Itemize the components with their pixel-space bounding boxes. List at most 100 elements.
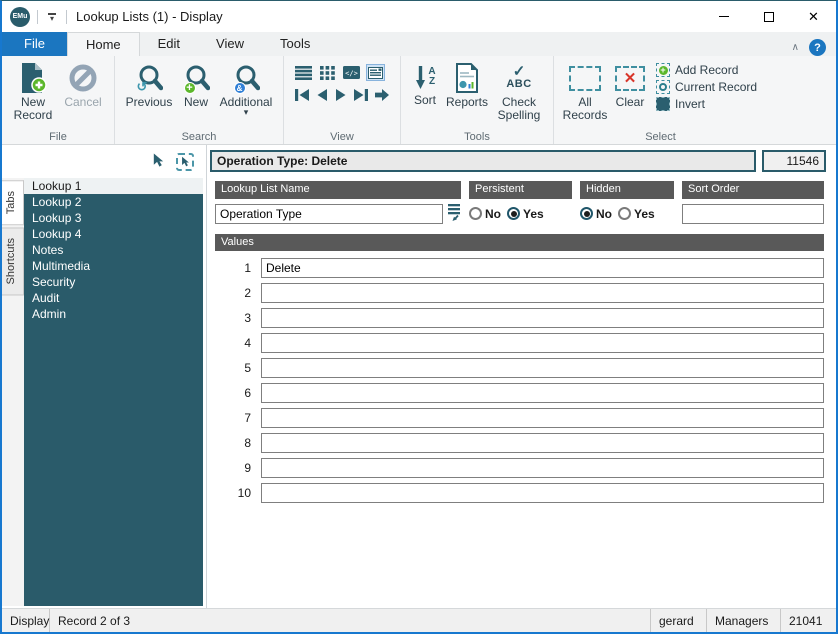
value-row: 1 — [215, 258, 824, 278]
value-row-number: 5 — [244, 361, 251, 375]
value-row: 7 — [215, 408, 824, 428]
persistent-no-radio[interactable] — [469, 207, 482, 220]
new-search-button[interactable]: + New — [177, 59, 215, 110]
minimize-button[interactable] — [701, 1, 746, 32]
current-record-select-icon — [656, 80, 670, 94]
persistent-no-option[interactable]: No — [469, 207, 501, 221]
values-grid: 1 2 3 4 5 6 7 8 9 10 — [215, 258, 824, 503]
new-record-button[interactable]: New Record — [8, 59, 58, 123]
last-record-button[interactable] — [353, 88, 369, 105]
hidden-yes-radio[interactable] — [618, 207, 631, 220]
add-record-select-button[interactable]: + Add Record — [656, 63, 757, 77]
first-record-button[interactable] — [294, 88, 310, 105]
sidebar-tab-tabs[interactable]: Tabs — [2, 180, 24, 226]
ribbon: New Record Cancel File ↺ Previous + New … — [2, 56, 836, 145]
tab-list-panel: Lookup 1 Lookup 2 Lookup 3 Lookup 4 Note… — [24, 178, 203, 606]
pointer-cursor-icon[interactable] — [151, 152, 166, 171]
sidebar-item-lookup1[interactable]: Lookup 1 — [24, 178, 203, 194]
next-record-button[interactable] — [334, 88, 348, 105]
list-view-button[interactable] — [294, 64, 313, 81]
sidebar-item-notes[interactable]: Notes — [24, 242, 203, 258]
ribbon-group-search: ↺ Previous + New & Additional ▾ Search — [115, 56, 284, 144]
grid-view-button[interactable] — [318, 64, 337, 81]
svg-text:</>: </> — [345, 70, 358, 78]
tab-file[interactable]: File — [2, 32, 67, 56]
sidebar-item-lookup4[interactable]: Lookup 4 — [24, 226, 203, 242]
code-view-button[interactable]: </> — [342, 64, 361, 81]
sidebar-item-multimedia[interactable]: Multimedia — [24, 258, 203, 274]
check-spelling-button[interactable]: ✓ ABC Check Spelling — [491, 59, 547, 123]
invert-selection-button[interactable]: Invert — [656, 97, 757, 111]
reports-button[interactable]: Reports — [443, 59, 491, 110]
ribbon-group-tools: AZ Sort Reports ✓ ABC Check Spelling Too… — [401, 56, 554, 144]
status-record-count: Record 2 of 3 — [58, 613, 131, 628]
detail-view-button[interactable] — [366, 64, 385, 81]
sidebar-item-security[interactable]: Security — [24, 274, 203, 290]
code-view-icon: </> — [343, 66, 360, 79]
sidebar-item-admin[interactable]: Admin — [24, 306, 203, 322]
main-area: Tabs Shortcuts Lookup 1 Lookup 2 Lookup … — [2, 145, 836, 608]
previous-search-button[interactable]: ↺ Previous — [121, 59, 177, 110]
ribbon-group-view: </> View — [284, 56, 401, 144]
sidebar-item-lookup3[interactable]: Lookup 3 — [24, 210, 203, 226]
value-row-number: 6 — [244, 386, 251, 400]
value-input-3[interactable] — [261, 308, 824, 328]
add-record-select-label: Add Record — [675, 63, 739, 77]
help-icon[interactable]: ? — [809, 39, 826, 56]
hidden-no-radio[interactable] — [580, 207, 593, 220]
check-spelling-icon: ✓ ABC — [506, 63, 532, 91]
minimize-icon — [718, 16, 729, 17]
hidden-no-option[interactable]: No — [580, 207, 612, 221]
previous-record-button[interactable] — [315, 88, 329, 105]
group-label-view: View — [330, 131, 354, 143]
persistent-no-label: No — [485, 206, 501, 221]
value-input-8[interactable] — [261, 433, 824, 453]
previous-label: Previous — [125, 95, 173, 109]
tab-edit[interactable]: Edit — [140, 32, 198, 56]
lookup-list-icon[interactable] — [447, 203, 461, 224]
lookup-list-name-input[interactable] — [215, 203, 443, 224]
value-input-2[interactable] — [261, 283, 824, 303]
record-panel: Operation Type: Delete 11546 Lookup List… — [207, 145, 836, 608]
cancel-button[interactable]: Cancel — [58, 59, 108, 110]
sidebar-tab-shortcuts[interactable]: Shortcuts — [2, 227, 24, 296]
goto-record-button[interactable] — [374, 88, 390, 105]
value-row: 9 — [215, 458, 824, 478]
value-input-7[interactable] — [261, 408, 824, 428]
hidden-no-label: No — [596, 206, 612, 221]
current-record-select-button[interactable]: Current Record — [656, 80, 757, 94]
status-user: gerard — [650, 609, 706, 632]
additional-search-button[interactable]: & Additional ▾ — [215, 59, 277, 117]
all-records-button[interactable]: All Records — [560, 59, 610, 123]
tab-home[interactable]: Home — [66, 32, 140, 56]
sort-order-input[interactable] — [682, 203, 824, 224]
collapse-ribbon-icon[interactable]: ∧ — [792, 42, 799, 53]
marquee-select-icon[interactable] — [176, 152, 194, 171]
hidden-header: Hidden — [580, 181, 674, 199]
value-row: 4 — [215, 333, 824, 353]
value-input-1[interactable] — [261, 258, 824, 278]
persistent-header: Persistent — [469, 181, 572, 199]
value-input-6[interactable] — [261, 383, 824, 403]
value-input-10[interactable] — [261, 483, 824, 503]
new-search-icon: + — [183, 60, 210, 96]
sort-button[interactable]: AZ Sort — [407, 59, 443, 108]
titlebar-divider — [37, 9, 38, 24]
persistent-yes-option[interactable]: Yes — [507, 207, 544, 221]
hidden-yes-label: Yes — [634, 206, 655, 221]
sidebar-item-audit[interactable]: Audit — [24, 290, 203, 306]
status-code: 21041 — [780, 609, 836, 632]
value-input-9[interactable] — [261, 458, 824, 478]
close-button[interactable]: ✕ — [791, 1, 836, 32]
tab-tools[interactable]: Tools — [262, 32, 328, 56]
maximize-button[interactable] — [746, 1, 791, 32]
clear-selection-button[interactable]: ✕ Clear — [610, 59, 650, 110]
quick-access-dropdown-icon[interactable]: ▾ — [45, 12, 59, 22]
value-row: 6 — [215, 383, 824, 403]
persistent-yes-radio[interactable] — [507, 207, 520, 220]
hidden-yes-option[interactable]: Yes — [618, 207, 655, 221]
value-input-4[interactable] — [261, 333, 824, 353]
sidebar-item-lookup2[interactable]: Lookup 2 — [24, 194, 203, 210]
value-input-5[interactable] — [261, 358, 824, 378]
tab-view[interactable]: View — [198, 32, 262, 56]
